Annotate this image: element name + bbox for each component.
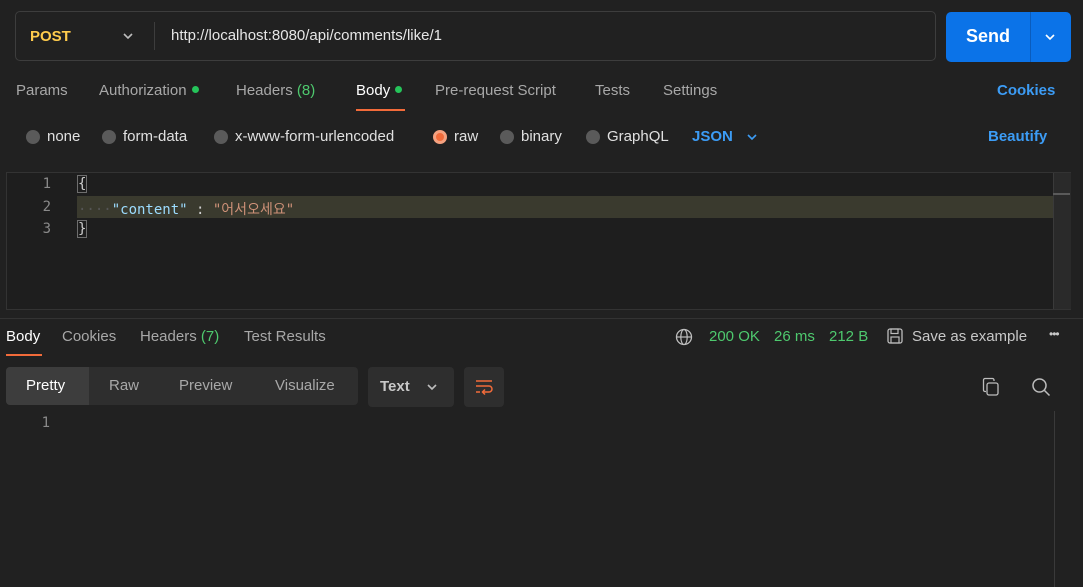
pane-divider[interactable] [0, 318, 1083, 319]
wrap-lines-button[interactable] [464, 367, 504, 407]
response-time[interactable]: 26 ms [774, 328, 815, 345]
radio-label: GraphQL [607, 128, 669, 145]
save-icon [887, 328, 903, 344]
radio-label: raw [454, 128, 479, 145]
response-tab-body[interactable]: Body [6, 328, 40, 345]
save-as-example-button[interactable]: Save as example [886, 327, 1027, 345]
response-tab-test-results[interactable]: Test Results [244, 328, 326, 345]
cookies-link[interactable]: Cookies [997, 82, 1055, 99]
status-code[interactable]: 200 OK [709, 328, 760, 345]
divider [154, 22, 155, 50]
line-number: 2 [42, 199, 51, 215]
send-label: Send [965, 26, 1010, 46]
response-size[interactable]: 212 B [829, 328, 868, 345]
save-label: Save as example [912, 327, 1028, 345]
response-scrollbar[interactable] [1054, 411, 1055, 587]
tab-authorization[interactable]: Authorization [99, 82, 199, 99]
view-preview[interactable]: Preview [179, 377, 232, 394]
tab-prerequest-script[interactable]: Pre-request Script [435, 82, 556, 99]
radio-label: none [47, 128, 81, 145]
send-button[interactable]: Send [946, 12, 1071, 62]
radio-binary[interactable]: binary [500, 128, 562, 145]
copy-icon[interactable] [981, 377, 1001, 397]
status-dot [395, 85, 403, 93]
response-tab-headers[interactable]: Headers (7) [140, 328, 219, 345]
more-options-button[interactable]: ••• [1049, 327, 1060, 341]
status-dot [191, 85, 199, 93]
globe-icon[interactable] [675, 328, 693, 346]
json-colon: : [187, 202, 213, 218]
radio-label: binary [521, 128, 562, 145]
chevron-down-icon [123, 33, 133, 40]
method-label: POST [30, 27, 71, 45]
tab-params[interactable]: Params [16, 82, 68, 99]
format-select[interactable]: JSON [692, 128, 759, 145]
open-brace: { [76, 175, 88, 193]
response-tab-cookies[interactable]: Cookies [62, 328, 116, 345]
text-format-label: Text [380, 378, 410, 395]
radio-graphql[interactable]: GraphQL [586, 128, 669, 145]
beautify-link[interactable]: Beautify [988, 128, 1047, 145]
radio-circle [500, 129, 514, 144]
tab-headers[interactable]: Headers (8) [236, 82, 315, 99]
radio-raw[interactable]: raw [433, 128, 478, 145]
radio-circle [26, 129, 40, 144]
active-tab-indicator [356, 109, 405, 111]
tab-label: Headers [236, 82, 293, 99]
chevron-down-icon [427, 384, 437, 391]
view-raw[interactable]: Raw [109, 377, 139, 394]
json-key: "content" [111, 202, 188, 218]
headers-count: (8) [296, 82, 316, 99]
method-select[interactable]: POST [15, 11, 155, 61]
text-format-select[interactable]: Text [368, 367, 454, 407]
chevron-down-icon [747, 133, 757, 140]
close-brace: } [76, 220, 88, 238]
request-body-editor[interactable] [6, 172, 1071, 310]
active-tab-indicator [6, 354, 42, 356]
line-number: 3 [42, 221, 51, 237]
radio-circle [102, 129, 116, 144]
view-visualize[interactable]: Visualize [275, 377, 335, 394]
json-value: "어서오세요" [212, 202, 295, 218]
tab-label: Authorization [99, 82, 187, 99]
url-input[interactable]: http://localhost:8080/api/comments/like/… [171, 27, 442, 44]
chevron-down-icon[interactable] [1043, 30, 1057, 44]
radio-label: form-data [123, 128, 188, 145]
radio-circle [586, 129, 600, 144]
tab-label: Headers [140, 328, 197, 345]
divider [1030, 12, 1031, 62]
indent-guide: ···· [78, 202, 112, 218]
code-line-2: ····"content" : "어서오세요" [78, 199, 294, 219]
tab-label: Body [356, 82, 391, 99]
radio-circle [214, 129, 228, 144]
tab-body[interactable]: Body [356, 82, 403, 99]
view-pretty[interactable]: Pretty [26, 377, 65, 394]
scrollbar-marker [1053, 193, 1070, 195]
radio-none[interactable]: none [26, 128, 80, 145]
radio-label: x-www-form-urlencoded [235, 128, 395, 145]
radio-circle [433, 129, 447, 144]
line-number: 1 [41, 415, 50, 431]
line-number: 1 [42, 176, 51, 192]
format-label: JSON [692, 128, 733, 145]
tab-settings[interactable]: Settings [663, 82, 717, 99]
radio-urlencoded[interactable]: x-www-form-urlencoded [214, 128, 394, 145]
search-icon[interactable] [1031, 377, 1051, 397]
tab-tests[interactable]: Tests [595, 82, 630, 99]
headers-count: (7) [200, 328, 220, 345]
radio-form-data[interactable]: form-data [102, 128, 187, 145]
wrap-icon [476, 380, 493, 396]
